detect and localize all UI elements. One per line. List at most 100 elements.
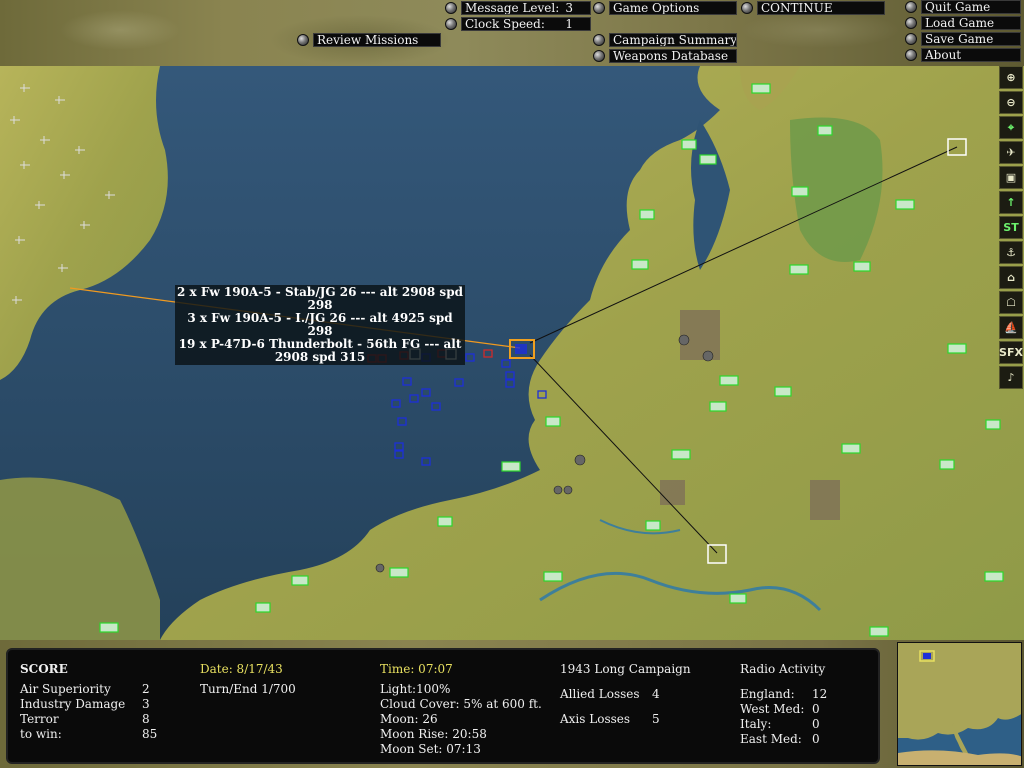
axis-losses-value: 5: [652, 712, 660, 726]
city-icon: [375, 563, 385, 573]
clock-speed-value: 1: [565, 17, 573, 31]
airbase-icon: [947, 343, 967, 354]
tooltip-line: 19 x P-47D-6 Thunderbolt - 56th FG --- a…: [178, 337, 462, 364]
airbase-icon: [671, 449, 691, 460]
city-icon: [553, 485, 563, 495]
cloud-cover-text: Cloud Cover: 5% at 600 ft.: [380, 697, 542, 711]
airbase-icon: [853, 261, 871, 272]
load-game-button[interactable]: Load Game: [905, 16, 1021, 30]
score-box: SCORE Air Superiority 2 Industry Damage …: [6, 648, 880, 764]
airbase-icon: [939, 459, 955, 470]
airbase-icon: [291, 575, 309, 586]
strategic-targets-icon[interactable]: ST: [999, 216, 1023, 239]
quit-game-button[interactable]: Quit Game: [905, 0, 1021, 14]
date-text: Date: 8/17/43: [200, 662, 283, 676]
airbase-icon: [699, 154, 717, 165]
city-icon: [678, 334, 690, 346]
minimap[interactable]: [897, 642, 1022, 766]
target-icon[interactable]: ⌖: [999, 116, 1023, 139]
map-toolbar: ⊕ ⊖ ⌖ ✈ ▣ ↑ ST ⚓ ⌂ ☖ ⛵ SFX ♪: [998, 66, 1024, 396]
campaign-summary-button[interactable]: Campaign Summary: [593, 33, 737, 47]
air-superiority-value: 2: [142, 682, 150, 696]
zoom-in-icon[interactable]: ⊕: [999, 66, 1023, 89]
message-level-label: Message Level:: [465, 1, 560, 15]
message-level-control[interactable]: Message Level: 3: [445, 1, 591, 15]
zoom-out-icon[interactable]: ⊖: [999, 91, 1023, 114]
moon-text: Moon: 26: [380, 712, 438, 726]
status-panel: SCORE Air Superiority 2 Industry Damage …: [0, 640, 1024, 768]
airbase-icon: [789, 264, 809, 275]
time-text: Time: 07:07: [380, 662, 453, 676]
aircraft-filter-icon[interactable]: ✈: [999, 141, 1023, 164]
continue-label: CONTINUE: [757, 1, 885, 15]
minimap-terrain: [898, 643, 1021, 765]
airbase-icon: [709, 401, 727, 412]
top-menu-bar: Message Level: 3 Clock Speed: 1 Review M…: [0, 0, 1024, 66]
mountain-range: [810, 480, 840, 520]
about-label: About: [921, 48, 1021, 62]
airbase-icon: [774, 386, 792, 397]
selected-formation-marker: [515, 344, 527, 354]
sfx-toggle-icon[interactable]: SFX: [999, 341, 1023, 364]
mountain-range: [680, 310, 720, 360]
campaign-map[interactable]: 2 x Fw 190A-5 - Stab/JG 26 --- alt 2908 …: [0, 66, 1024, 640]
save-game-knob-icon: [905, 33, 917, 45]
allied-losses-value: 4: [652, 687, 660, 701]
campaign-summary-label: Campaign Summary: [609, 33, 737, 47]
weapons-database-label: Weapons Database: [609, 49, 737, 63]
map-terrain: [0, 66, 1024, 640]
england-label: England:: [740, 687, 795, 701]
italy-value: 0: [812, 717, 820, 731]
airfield-filter-icon[interactable]: ▣: [999, 166, 1023, 189]
air-superiority-label: Air Superiority: [20, 682, 111, 696]
message-level-knob-icon[interactable]: [445, 2, 457, 14]
moon-set-text: Moon Set: 07:13: [380, 742, 481, 756]
england-value: 12: [812, 687, 828, 701]
clock-speed-control[interactable]: Clock Speed: 1: [445, 17, 591, 31]
east-med-value: 0: [812, 732, 820, 746]
continue-button[interactable]: CONTINUE: [741, 1, 885, 15]
airbase-icon: [985, 419, 1001, 430]
review-missions-button[interactable]: Review Missions: [297, 33, 441, 47]
airbase-icon: [869, 626, 889, 637]
music-toggle-icon[interactable]: ♪: [999, 366, 1023, 389]
game-options-knob-icon: [593, 2, 605, 14]
west-med-label: West Med:: [740, 702, 805, 716]
tooltip-line: 2 x Fw 190A-5 - Stab/JG 26 --- alt 2908 …: [177, 285, 463, 312]
tooltip-line: 3 x Fw 190A-5 - I./JG 26 --- alt 4925 sp…: [187, 311, 453, 338]
industry-filter-icon[interactable]: ⌂: [999, 266, 1023, 289]
ships-filter-icon[interactable]: ⛵: [999, 316, 1023, 339]
minimap-viewport-marker: [923, 653, 931, 659]
load-game-knob-icon: [905, 17, 917, 29]
airbase-icon: [841, 443, 861, 454]
terror-value: 8: [142, 712, 150, 726]
campaign-name: 1943 Long Campaign: [560, 662, 691, 676]
airbase-icon: [681, 139, 697, 150]
game-options-button[interactable]: Game Options: [593, 1, 737, 15]
weapons-database-button[interactable]: Weapons Database: [593, 49, 737, 63]
about-button[interactable]: About: [905, 48, 1021, 62]
score-title: SCORE: [20, 662, 68, 676]
city-icon: [574, 454, 586, 466]
unit-info-tooltip: 2 x Fw 190A-5 - Stab/JG 26 --- alt 2908 …: [175, 285, 465, 365]
campaign-summary-knob-icon: [593, 34, 605, 46]
industry-damage-value: 3: [142, 697, 150, 711]
terror-label: Terror: [20, 712, 59, 726]
turn-end-text: Turn/End 1/700: [200, 682, 296, 696]
city-filter-icon[interactable]: ☖: [999, 291, 1023, 314]
flak-filter-icon[interactable]: ↑: [999, 191, 1023, 214]
moon-rise-text: Moon Rise: 20:58: [380, 727, 487, 741]
axis-losses-label: Axis Losses: [560, 712, 631, 726]
airbase-icon: [501, 461, 521, 472]
city-icon: [563, 485, 573, 495]
city-icon: [702, 350, 714, 362]
save-game-button[interactable]: Save Game: [905, 32, 1021, 46]
airbase-icon: [791, 186, 809, 197]
to-win-value: 85: [142, 727, 158, 741]
mountain-range: [660, 480, 685, 505]
airbase-icon: [719, 375, 739, 386]
airbase-icon: [437, 516, 453, 527]
ports-filter-icon[interactable]: ⚓: [999, 241, 1023, 264]
airbase-icon: [895, 199, 915, 210]
clock-speed-knob-icon[interactable]: [445, 18, 457, 30]
